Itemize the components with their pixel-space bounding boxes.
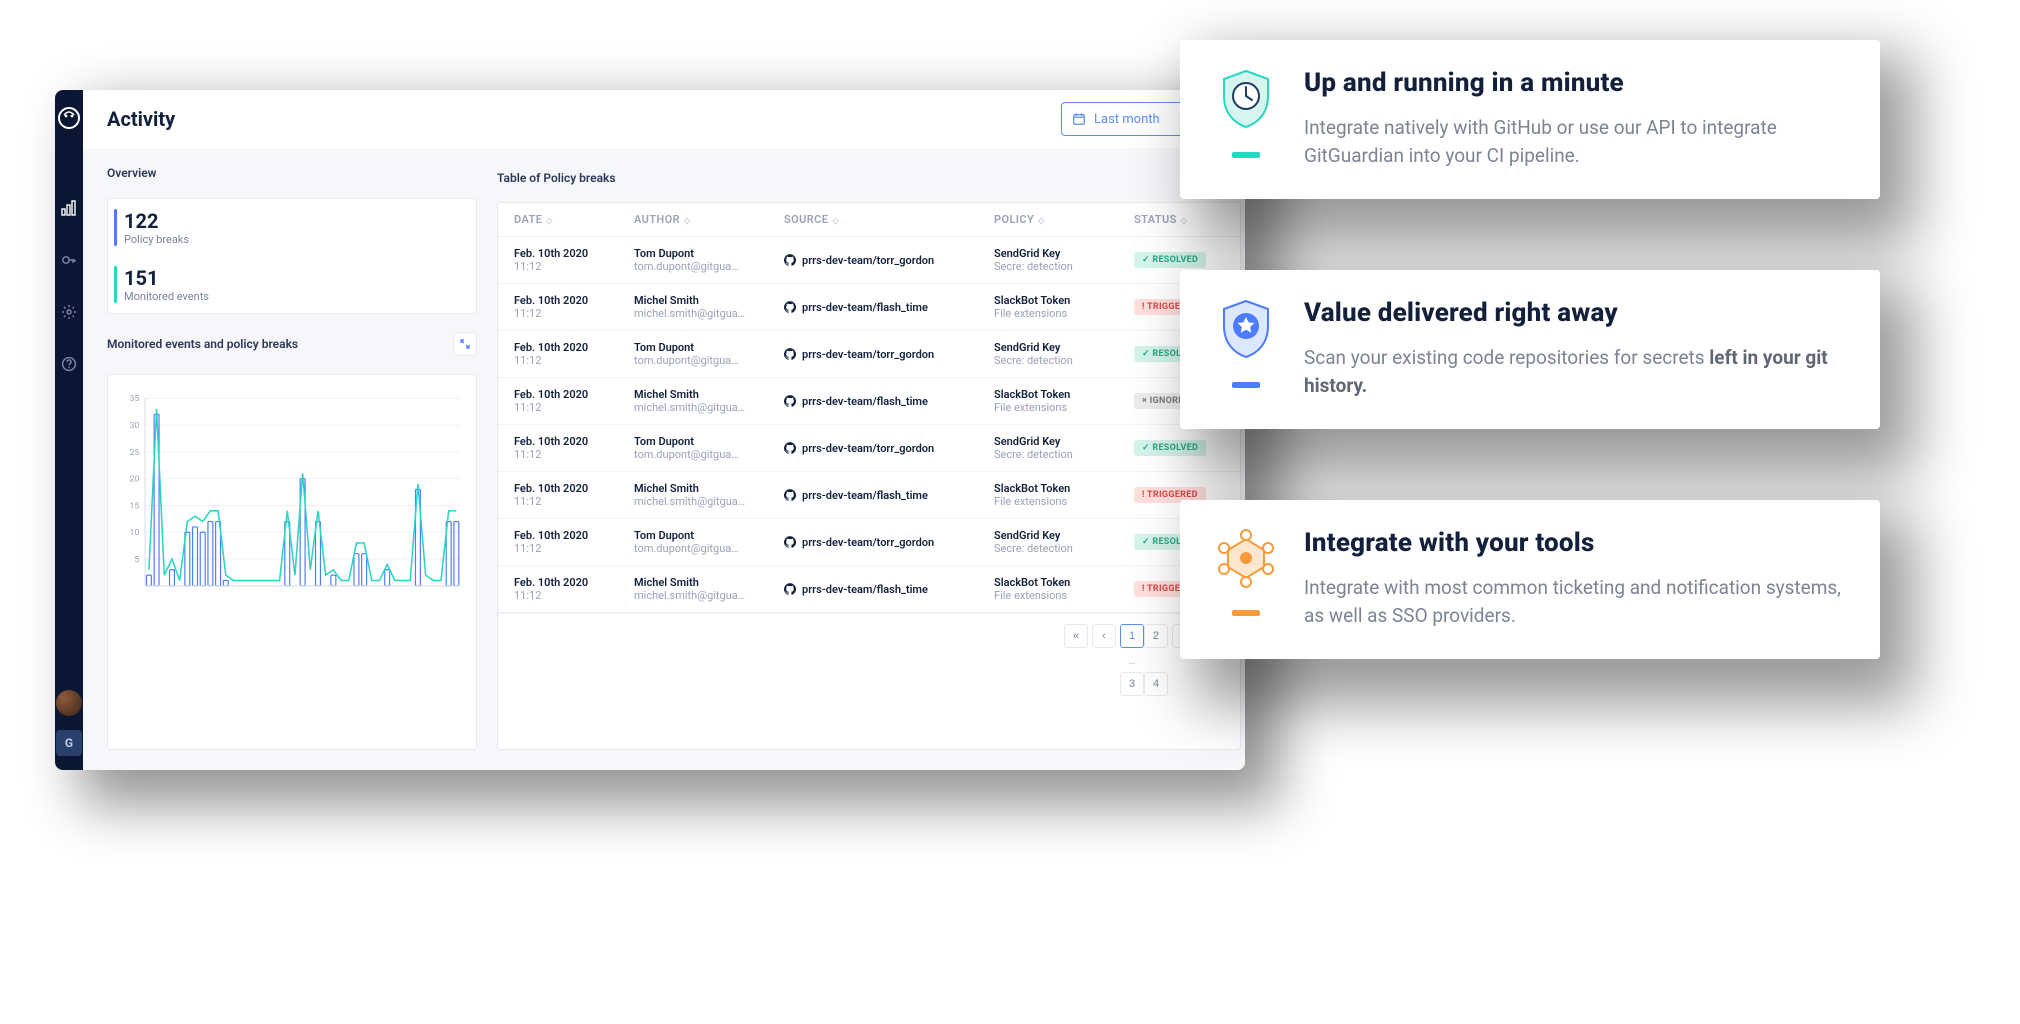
nav-settings-icon[interactable] [55,298,83,326]
table-row[interactable]: Feb. 10th 202011:12 Tom Duponttom.dupont… [498,519,1240,566]
overview-title: Overview [107,166,477,180]
user-avatar[interactable] [56,690,82,716]
page-1[interactable]: 1 [1120,624,1144,648]
table-row[interactable]: Feb. 10th 202011:12 Michel Smithmichel.s… [498,284,1240,331]
svg-text:5: 5 [134,555,139,565]
col-author[interactable]: AUTHOR◇ [634,213,774,226]
table-row[interactable]: Feb. 10th 202011:12 Tom Duponttom.dupont… [498,237,1240,284]
table-header: DATE◇ AUTHOR◇ SOURCE◇ POLICY◇ STATUS◇ [498,203,1240,237]
date-range-label: Last month [1094,112,1160,127]
feature-body: Integrate natively with GitHub or use ou… [1304,114,1846,169]
side-rail: G [55,90,83,770]
shield-clock-icon [1219,68,1273,130]
page-first[interactable]: « [1064,624,1088,648]
accent-bar [1232,152,1260,158]
team-badge[interactable]: G [56,730,82,756]
col-source[interactable]: SOURCE◇ [784,213,984,226]
chart-expand-button[interactable] [453,332,477,356]
svg-text:20: 20 [130,475,140,485]
svg-text:30: 30 [130,421,140,431]
feature-card-setup: Up and running in a minute Integrate nat… [1180,40,1880,199]
svg-text:15: 15 [130,501,140,511]
svg-text:10: 10 [130,528,140,538]
nav-help-icon[interactable] [55,350,83,378]
stat-policy-breaks: 122 Policy breaks [108,199,476,256]
overview-stats: 122 Policy breaks 151 Monitored events [107,198,477,314]
top-bar: Activity Last month ▾ [83,90,1245,148]
chart-card: 5 10 15 20 25 30 35 [107,374,477,750]
feature-title: Up and running in a minute [1304,68,1846,98]
col-date[interactable]: DATE◇ [514,213,624,226]
page-2[interactable]: 2 [1144,624,1168,648]
table-pagination: « ‹ 12…34 › » [498,613,1240,706]
feature-body: Scan your existing code repositories for… [1304,344,1846,399]
feature-card-value: Value delivered right away Scan your exi… [1180,270,1880,429]
calendar-icon [1072,112,1086,126]
shield-star-icon [1219,298,1273,360]
svg-text:35: 35 [130,394,140,404]
table-title: Table of Policy breaks [497,171,616,185]
dashboard-window: G Activity Last month ▾ Overview 122 Pol… [55,90,1245,770]
feature-title: Value delivered right away [1304,298,1846,328]
table-row[interactable]: Feb. 10th 202011:12 Tom Duponttom.dupont… [498,331,1240,378]
table-row[interactable]: Feb. 10th 202011:12 Michel Smithmichel.s… [498,566,1240,613]
app-logo [55,104,83,132]
feature-body: Integrate with most common ticketing and… [1304,574,1846,629]
stat-monitored-events: 151 Monitored events [108,256,476,313]
nav-activity-icon[interactable] [55,194,80,222]
page-3[interactable]: 3 [1120,672,1144,696]
accent-bar [1232,610,1260,616]
events-chart: 5 10 15 20 25 30 35 [118,389,466,599]
policy-breaks-table: DATE◇ AUTHOR◇ SOURCE◇ POLICY◇ STATUS◇ Fe… [497,202,1241,750]
feature-title: Integrate with your tools [1304,528,1846,558]
svg-text:25: 25 [130,448,140,458]
col-policy[interactable]: POLICY◇ [994,213,1124,226]
feature-card-integrate: Integrate with your tools Integrate with… [1180,500,1880,659]
table-row[interactable]: Feb. 10th 202011:12 Tom Duponttom.dupont… [498,425,1240,472]
main-panel: Activity Last month ▾ Overview 122 Polic… [83,90,1245,770]
nav-secrets-icon[interactable] [55,246,83,274]
network-icon [1216,528,1276,588]
page-4[interactable]: 4 [1144,672,1168,696]
table-row[interactable]: Feb. 10th 202011:12 Michel Smithmichel.s… [498,472,1240,519]
table-row[interactable]: Feb. 10th 202011:12 Michel Smithmichel.s… [498,378,1240,425]
page-title: Activity [107,107,175,131]
accent-bar [1232,382,1260,388]
page-prev[interactable]: ‹ [1092,624,1116,648]
chart-title: Monitored events and policy breaks [107,337,298,351]
expand-icon [460,339,470,349]
